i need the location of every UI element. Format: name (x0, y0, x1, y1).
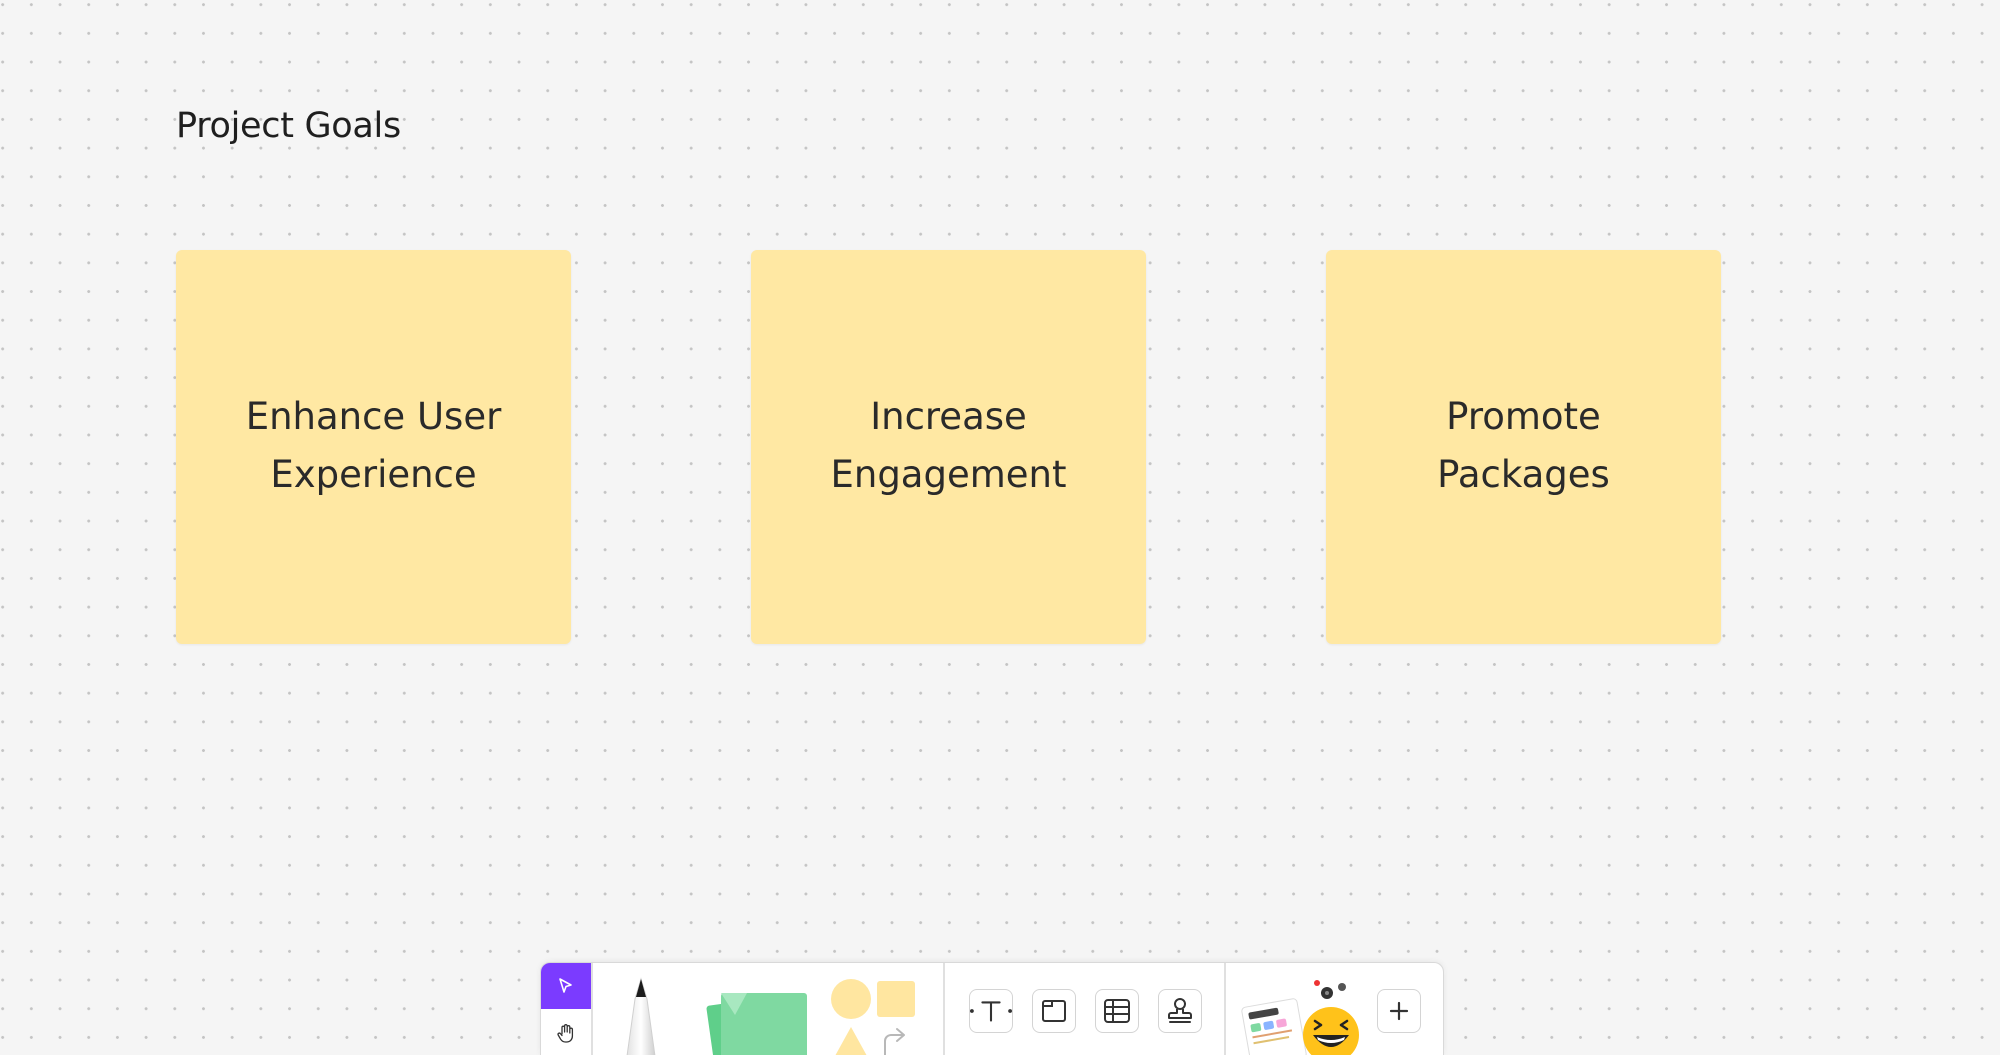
sticky-note-text: Enhance User Experience (245, 394, 502, 496)
toolbar-divider (591, 963, 593, 1055)
sticky-note-text: Promote Packages (1437, 394, 1610, 496)
sticky-note[interactable]: Increase Engagement (751, 250, 1146, 644)
sticky-note[interactable]: Enhance User Experience (176, 250, 571, 644)
table-icon (1104, 999, 1130, 1023)
pen-tool-button[interactable] (611, 977, 671, 1055)
select-tool-button[interactable] (541, 963, 591, 1009)
sticky-note-text: Increase Engagement (830, 394, 1067, 496)
stamp-tool-button[interactable] (1158, 989, 1202, 1033)
hand-tool-button[interactable] (541, 1009, 591, 1055)
widgets-icon (1241, 980, 1359, 1055)
sticky-note-icon (706, 993, 807, 1055)
stamp-icon (1168, 998, 1192, 1023)
sticky-note[interactable]: Promote Packages (1326, 250, 1721, 644)
hand-icon (557, 1023, 574, 1043)
toolbar-divider (1224, 963, 1226, 1055)
more-tools-button[interactable] (1377, 989, 1421, 1033)
section-tool-button[interactable] (1032, 989, 1076, 1033)
creation-toolbar (540, 962, 1444, 1055)
cursor-arrow-icon (559, 978, 572, 993)
widgets-tool-button[interactable] (1241, 977, 1361, 1055)
toolbar-divider (943, 963, 945, 1055)
table-tool-button[interactable] (1095, 989, 1139, 1033)
plus-icon (1389, 1001, 1409, 1021)
shapes-tool-button[interactable] (827, 979, 923, 1055)
section-icon (1042, 1000, 1066, 1022)
pen-icon (626, 977, 656, 1055)
board-title[interactable]: Project Goals (176, 106, 401, 146)
text-tool-button[interactable] (969, 989, 1013, 1033)
sticky-note-tool-button[interactable] (689, 979, 811, 1055)
text-icon (970, 1001, 1012, 1022)
shapes-icon (831, 979, 915, 1055)
whiteboard-canvas[interactable]: Project Goals Enhance User Experience In… (0, 0, 2000, 1055)
